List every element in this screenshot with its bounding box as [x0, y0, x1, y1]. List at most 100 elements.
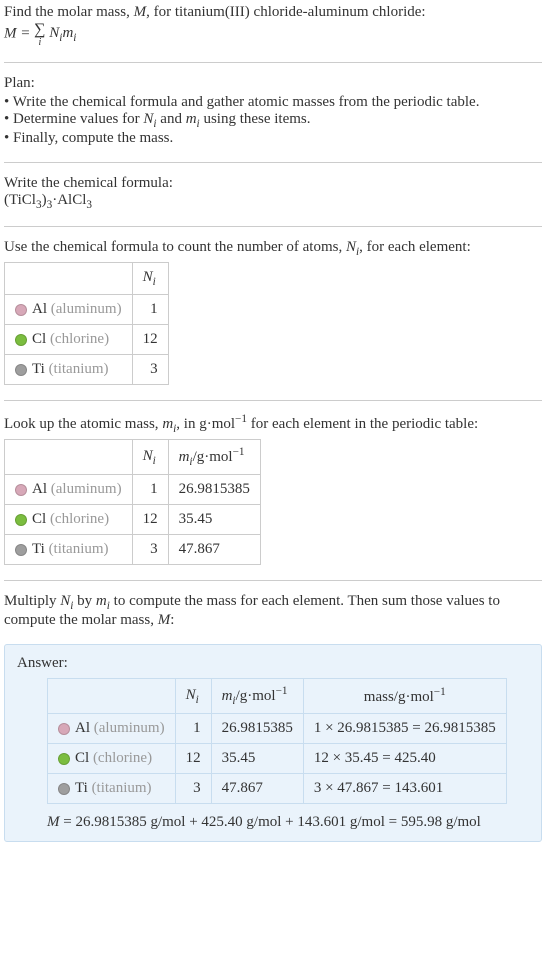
hdr-N-letter: N — [186, 687, 196, 703]
mult-N: Ni — [60, 593, 73, 609]
element-name: (aluminum) — [94, 720, 165, 736]
chem-p1: (TiCl — [4, 192, 36, 208]
divider — [4, 62, 542, 63]
b2-pre: • Determine values for — [4, 111, 143, 127]
lookup-section: Look up the atomic mass, mi, in g·mol−1 … — [4, 413, 542, 565]
hdr-N-sub: i — [153, 455, 156, 467]
b2-m-letter: m — [186, 111, 197, 127]
element-name: (aluminum) — [51, 301, 122, 317]
n-value: 12 — [132, 505, 168, 535]
var-N: N — [49, 25, 59, 41]
mult-post: : — [170, 612, 174, 628]
intro-text-1: Find the molar mass, — [4, 4, 134, 20]
empty-header — [48, 679, 176, 714]
n-value: 3 — [175, 774, 211, 804]
element-dot-icon — [15, 304, 27, 316]
answer-label: Answer: — [17, 655, 529, 672]
lookup-m-letter: m — [162, 416, 173, 432]
header-N: Ni — [132, 263, 168, 295]
element-dot-icon — [58, 723, 70, 735]
lookup-exp: −1 — [235, 413, 247, 425]
header-m: mi/g·mol−1 — [211, 679, 303, 714]
n-value: 3 — [132, 535, 168, 565]
element-name: (aluminum) — [51, 481, 122, 497]
m-value: 47.867 — [168, 535, 260, 565]
element-cell: Al (aluminum) — [5, 475, 133, 505]
b2-mid: and — [157, 111, 186, 127]
count-N-letter: N — [346, 239, 356, 255]
hdr-m-exp: −1 — [276, 685, 288, 697]
multiply-section: Multiply Ni by mi to compute the mass fo… — [4, 593, 542, 629]
element-symbol: Ti — [75, 780, 88, 796]
hdr-N-sub: i — [196, 694, 199, 706]
element-symbol: Ti — [32, 541, 45, 557]
count-table: Ni Al (aluminum) 1 Cl (chlorine) 12 Ti (… — [4, 262, 169, 385]
n-value: 1 — [175, 714, 211, 744]
final-mass-equation: M = 26.9815385 g/mol + 425.40 g/mol + 14… — [47, 814, 529, 831]
element-symbol: Al — [32, 301, 47, 317]
element-symbol: Cl — [75, 750, 89, 766]
element-dot-icon — [15, 544, 27, 556]
n-value: 1 — [132, 475, 168, 505]
element-dot-icon — [15, 364, 27, 376]
plan-section: Plan: • Write the chemical formula and g… — [4, 75, 542, 147]
hdr-m-exp: −1 — [233, 446, 245, 458]
formula-lhs: M = — [4, 25, 34, 41]
element-cell: Ti (titanium) — [48, 774, 176, 804]
element-name: (titanium) — [49, 541, 109, 557]
element-symbol: Al — [32, 481, 47, 497]
element-symbol: Cl — [32, 331, 46, 347]
plan-bullet-1: • Write the chemical formula and gather … — [4, 94, 542, 111]
mult-m-letter: m — [96, 593, 107, 609]
count-var-N: Ni — [346, 239, 359, 255]
b2-m: mi — [186, 111, 200, 127]
empty-header — [5, 263, 133, 295]
element-dot-icon — [58, 783, 70, 795]
table-row: Ti (titanium) 3 — [5, 355, 169, 385]
answer-box: Answer: Ni mi/g·mol−1 mass/g·mol−1 Al (a… — [4, 644, 542, 842]
table-row: Cl (chlorine) 12 35.45 — [5, 505, 261, 535]
table-row: Ti (titanium) 3 47.867 3 × 47.867 = 143.… — [48, 774, 507, 804]
hdr-m-unit: /g·mol — [193, 449, 233, 465]
var-m: m — [62, 25, 73, 41]
table-row: Al (aluminum) 1 26.9815385 — [5, 475, 261, 505]
table-header-row: Ni mi/g·mol−1 — [5, 440, 261, 475]
lookup-table: Ni mi/g·mol−1 Al (aluminum) 1 26.9815385… — [4, 439, 261, 565]
element-symbol: Cl — [32, 511, 46, 527]
var-M: M — [134, 4, 147, 20]
n-value: 12 — [132, 325, 168, 355]
table-row: Ti (titanium) 3 47.867 — [5, 535, 261, 565]
chemical-formula: (TiCl3)3·AlCl3 — [4, 192, 542, 211]
hdr-N-letter: N — [143, 448, 153, 464]
chem-formula-section: Write the chemical formula: (TiCl3)3·AlC… — [4, 175, 542, 211]
mult-m: mi — [96, 593, 110, 609]
sigma-index: i — [34, 39, 45, 47]
mass-calc: 1 × 26.9815385 = 26.9815385 — [303, 714, 506, 744]
b2-post: using these items. — [200, 111, 311, 127]
mass-calc: 3 × 47.867 = 143.601 — [303, 774, 506, 804]
b2-N-letter: N — [143, 111, 153, 127]
sigma: ∑ — [34, 21, 45, 38]
plan-bullet-3: • Finally, compute the mass. — [4, 130, 542, 147]
lookup-title: Look up the atomic mass, mi, in g·mol−1 … — [4, 413, 542, 435]
empty-header — [5, 440, 133, 475]
intro-section: Find the molar mass, M, for titanium(III… — [4, 4, 542, 47]
hdr-m-letter: m — [179, 449, 190, 465]
hdr-m-letter: m — [222, 688, 233, 704]
divider — [4, 580, 542, 581]
m-value: 26.9815385 — [211, 714, 303, 744]
final-eq: = 26.9815385 g/mol + 425.40 g/mol + 143.… — [60, 814, 481, 830]
lookup-title-pre: Look up the atomic mass, — [4, 416, 162, 432]
hdr-mass-text: mass/g·mol — [364, 689, 434, 705]
chem-p3: ·AlCl — [52, 192, 86, 208]
element-cell: Cl (chlorine) — [48, 744, 176, 774]
count-section: Use the chemical formula to count the nu… — [4, 239, 542, 385]
m-value: 47.867 — [211, 774, 303, 804]
mass-calc: 12 × 35.45 = 425.40 — [303, 744, 506, 774]
m-value: 26.9815385 — [168, 475, 260, 505]
element-cell: Ti (titanium) — [5, 355, 133, 385]
element-symbol: Ti — [32, 361, 45, 377]
divider — [4, 162, 542, 163]
mult-pre: Multiply — [4, 593, 60, 609]
table-header-row: Ni — [5, 263, 169, 295]
